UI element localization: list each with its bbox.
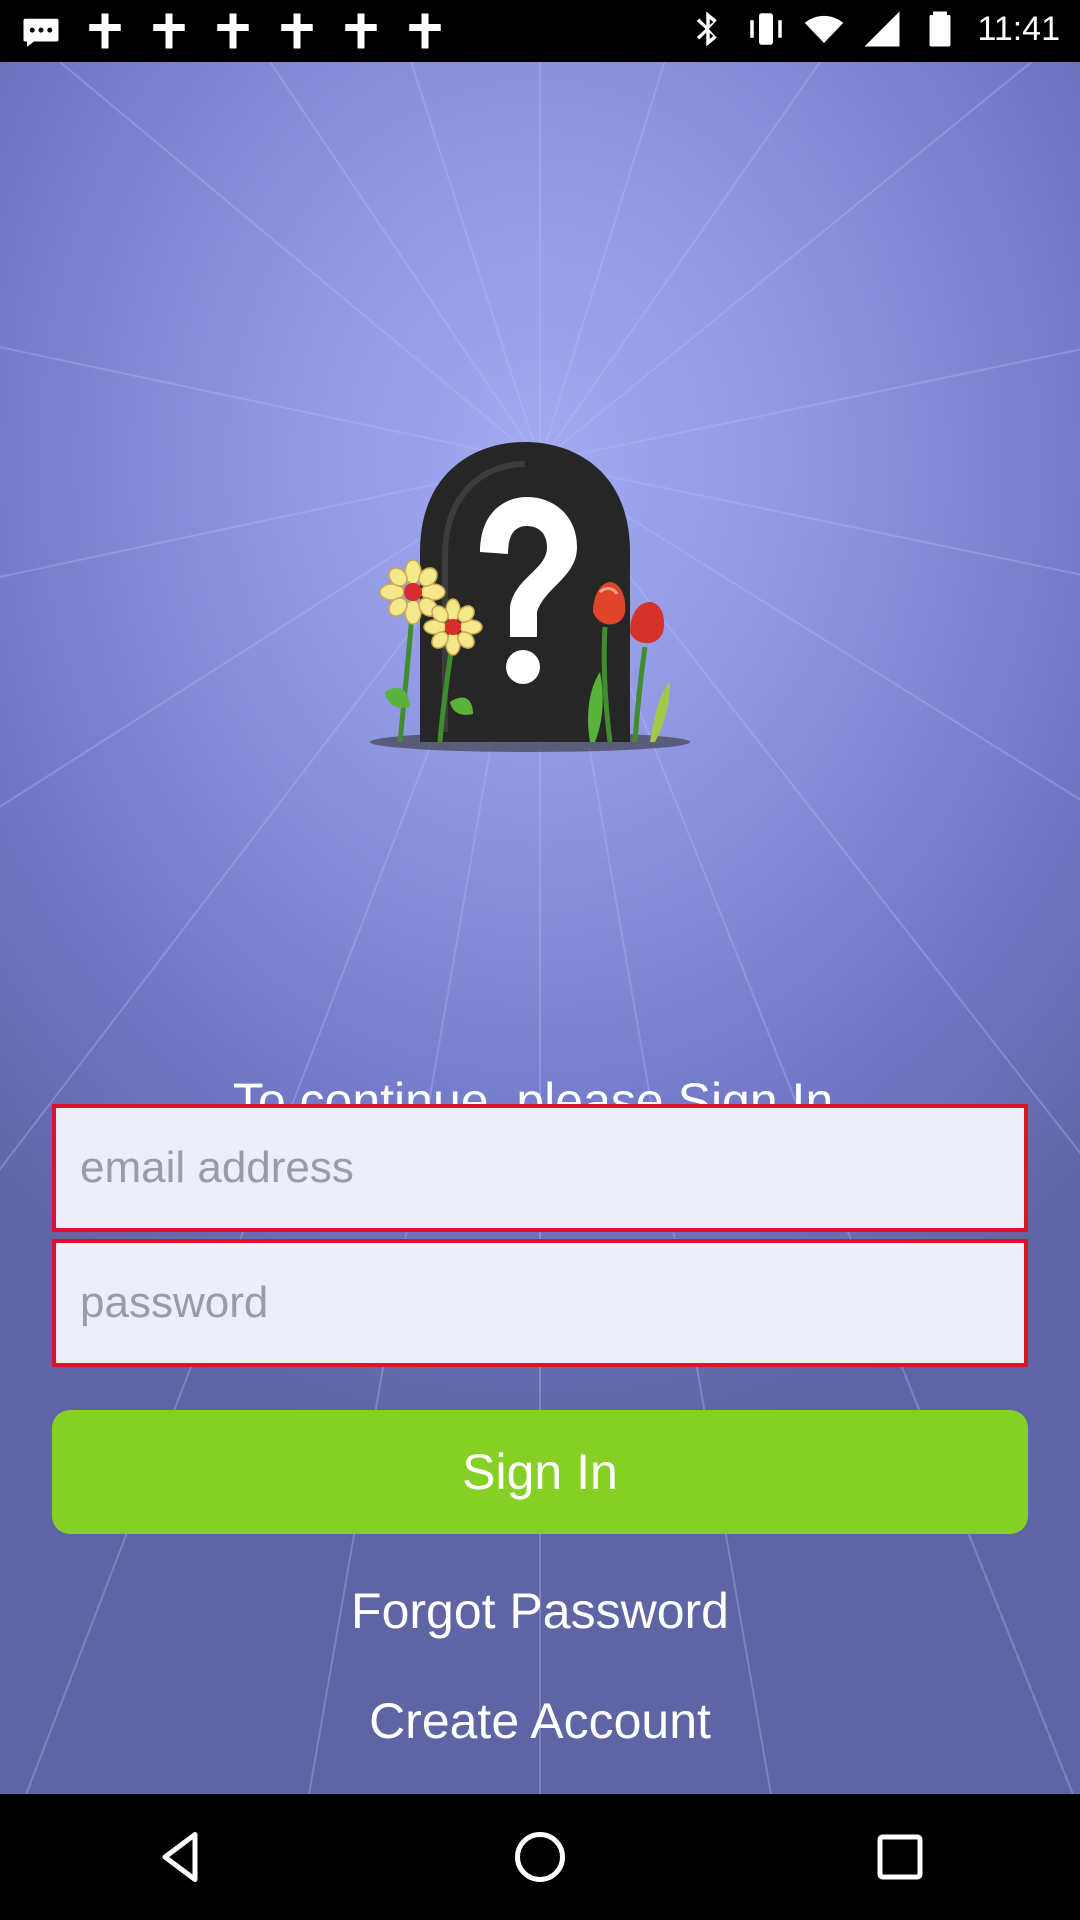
notification-icon (84, 10, 126, 52)
sign-in-screen: To continue, please Sign In. Sign In For… (0, 62, 1080, 1794)
wifi-icon (803, 8, 845, 50)
create-account-link[interactable]: Create Account (0, 1692, 1080, 1750)
notification-icon (404, 10, 446, 52)
question-tombstone-icon (370, 442, 690, 752)
notification-icon (340, 10, 382, 52)
email-field[interactable] (80, 1108, 1024, 1228)
signal-icon (861, 8, 903, 50)
status-bar: 11:41 (0, 0, 1080, 62)
bluetooth-icon (687, 8, 729, 50)
recents-icon (877, 1834, 923, 1880)
back-button[interactable] (135, 1812, 225, 1902)
vibrate-icon (745, 8, 787, 50)
notification-icon (148, 10, 190, 52)
notification-icon (276, 10, 318, 52)
notification-icon (212, 10, 254, 52)
password-field-container[interactable] (52, 1239, 1028, 1367)
home-button[interactable] (495, 1812, 585, 1902)
home-icon (515, 1832, 565, 1882)
forgot-password-link[interactable]: Forgot Password (0, 1582, 1080, 1640)
navigation-bar (0, 1794, 1080, 1920)
message-icon (20, 10, 62, 52)
status-right-icons: 11:41 (687, 8, 1060, 50)
battery-icon (919, 8, 961, 50)
status-left-icons (20, 10, 446, 52)
status-time: 11:41 (977, 9, 1060, 48)
sign-in-button[interactable]: Sign In (52, 1410, 1028, 1534)
password-field[interactable] (80, 1243, 1024, 1363)
email-field-container[interactable] (52, 1104, 1028, 1232)
background-rays (0, 62, 1080, 1794)
back-icon (162, 1832, 198, 1882)
recents-button[interactable] (855, 1812, 945, 1902)
